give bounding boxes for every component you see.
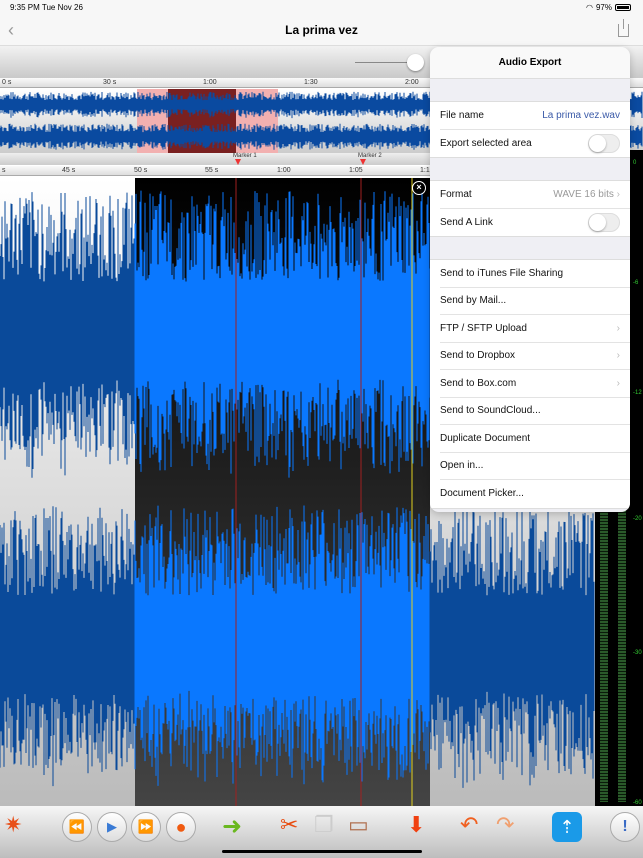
send-link-label: Send A Link (440, 216, 493, 228)
file-name-row[interactable]: File name La prima vez.wav (440, 102, 630, 130)
action-item[interactable]: Send to Box.com › (440, 370, 630, 398)
popover-title: Audio Export (430, 47, 630, 79)
export-selected-toggle[interactable] (588, 133, 620, 153)
ruler-tick: 30 s (103, 79, 117, 86)
ruler-tick: s (2, 167, 6, 174)
action-label: Duplicate Document (440, 432, 531, 444)
action-item[interactable]: Document Picker... (440, 480, 630, 508)
ruler-tick: 1:00 (203, 79, 217, 86)
copy-icon[interactable]: ❐ (314, 812, 344, 842)
battery-icon (615, 4, 631, 11)
ruler-tick: 45 s (62, 167, 76, 174)
action-item[interactable]: Send to Dropbox › (440, 343, 630, 370)
paste-icon[interactable]: ▭ (348, 812, 378, 842)
scissors-icon[interactable]: ✂ (280, 812, 310, 842)
export-selected-label: Export selected area (440, 137, 532, 149)
meter-label: -30 (633, 650, 642, 656)
action-label: Send to Dropbox (440, 350, 516, 362)
settings-gears-icon[interactable]: ✷ (4, 812, 34, 842)
ruler-tick: 1:1 (420, 167, 430, 174)
zoom-slider-thumb[interactable] (407, 54, 424, 71)
zoom-slider-track[interactable] (355, 62, 415, 63)
meter-label: -6 (633, 280, 639, 286)
ruler-tick: 0 s (2, 79, 12, 86)
undo-icon[interactable]: ↶ (460, 812, 490, 842)
format-value: WAVE 16 bits (553, 188, 614, 200)
ruler-tick: 50 s (134, 167, 148, 174)
action-label: Send to SoundCloud... (440, 405, 541, 417)
chevron-right-icon: › (616, 188, 620, 200)
status-bar: 9:35 PM Tue Nov 26 ◠ 97% (0, 0, 643, 16)
action-label: Open in... (440, 460, 484, 472)
ruler-tick: 1:30 (304, 79, 318, 86)
page-title: La prima vez (285, 23, 358, 37)
action-label: FTP / SFTP Upload (440, 322, 527, 334)
marker-2[interactable]: Marker 2 (358, 153, 382, 165)
format-label: Format (440, 188, 472, 200)
meter-label: -20 (633, 516, 642, 522)
marker-add-icon[interactable]: ⬇ (407, 812, 437, 842)
rewind-button[interactable]: ⏪ (62, 812, 92, 842)
fast-forward-button[interactable]: ⏩ (131, 812, 161, 842)
send-link-toggle[interactable] (588, 212, 620, 232)
action-label: Document Picker... (440, 488, 524, 500)
battery-level: 97% (595, 3, 612, 12)
close-selection-icon[interactable]: × (412, 181, 426, 195)
ruler-tick: 1:05 (349, 167, 363, 174)
meter-label: 0 (633, 160, 637, 166)
upload-icon[interactable]: ⇡ (552, 812, 582, 842)
share-icon[interactable] (618, 19, 629, 37)
action-item[interactable]: Send by Mail... (440, 288, 630, 315)
info-icon[interactable]: ! (610, 812, 640, 842)
chevron-right-icon: › (616, 322, 620, 334)
meter-bar-right (618, 510, 626, 802)
home-indicator (222, 850, 422, 853)
play-button[interactable]: ▶ (97, 812, 127, 842)
chevron-right-icon: › (616, 350, 620, 362)
export-selected-row: Export selected area (440, 130, 630, 158)
action-label: Send to iTunes File Sharing (440, 267, 564, 279)
action-item[interactable]: Open in... (440, 453, 630, 480)
format-row[interactable]: Format WAVE 16 bits › (440, 181, 630, 209)
action-item[interactable]: Send to SoundCloud... (440, 398, 630, 425)
meter-label: -12 (633, 390, 642, 396)
marker-1[interactable]: Marker 1 (233, 153, 257, 165)
wifi-icon: ◠ (586, 3, 593, 12)
status-time: 9:35 PM Tue Nov 26 (10, 3, 83, 12)
action-item[interactable]: FTP / SFTP Upload › (440, 315, 630, 343)
ruler-tick: 2:00 (405, 79, 419, 86)
action-label: Send to Box.com (440, 377, 517, 389)
action-item[interactable]: Duplicate Document (440, 425, 630, 453)
nav-bar: ‹ La prima vez (0, 16, 643, 46)
file-name-value[interactable]: La prima vez.wav (542, 110, 620, 121)
record-button[interactable]: ● (166, 812, 196, 842)
arrow-right-icon[interactable]: ➜ (222, 812, 252, 842)
file-name-label: File name (440, 109, 484, 121)
action-item[interactable]: Send to iTunes File Sharing (440, 260, 630, 288)
ruler-tick: 1:00 (277, 167, 291, 174)
meter-bar-left (600, 510, 608, 802)
action-label: Send by Mail... (440, 295, 507, 307)
redo-icon[interactable]: ↷ (496, 812, 526, 842)
ruler-tick: 55 s (205, 167, 219, 174)
audio-export-popover: Audio Export File name La prima vez.wav E… (430, 47, 630, 512)
chevron-right-icon: › (616, 377, 620, 389)
send-link-row: Send A Link (440, 209, 630, 237)
